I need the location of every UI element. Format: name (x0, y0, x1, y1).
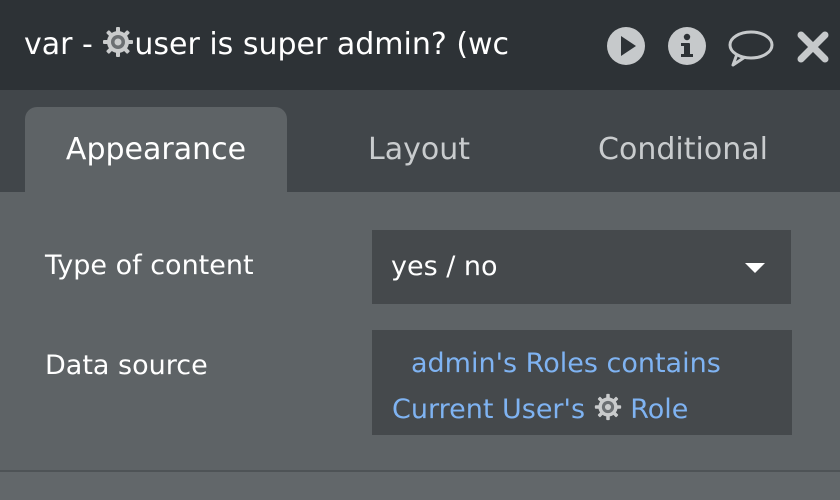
data-source-label: Data source (45, 350, 208, 381)
title-prefix: var - (24, 27, 103, 62)
data-source-expression[interactable]: admin's Roles contains Current User's Ro… (372, 330, 792, 435)
element-title[interactable]: var - user is super admin? (wc (24, 22, 546, 68)
next-section-edge (0, 472, 840, 500)
type-of-content-label: Type of content (45, 250, 254, 281)
tab-conditional[interactable]: Conditional (551, 107, 815, 192)
title-bar: var - user is super admin? (wc (0, 0, 840, 90)
gear-icon (103, 27, 134, 57)
expression-line-1[interactable]: admin's Roles contains (411, 348, 721, 379)
chevron-down-icon (745, 263, 765, 273)
play-icon[interactable] (606, 26, 646, 66)
close-icon[interactable] (796, 30, 830, 64)
appearance-panel: Type of content yes / no Data source adm… (0, 192, 840, 470)
info-icon[interactable] (667, 26, 707, 66)
type-of-content-value: yes / no (391, 251, 498, 282)
tab-layout[interactable]: Layout (287, 107, 551, 192)
tab-appearance[interactable]: Appearance (25, 107, 287, 192)
comment-icon[interactable] (727, 28, 775, 68)
expression-current-user: Current User's (392, 394, 594, 425)
expression-line-2[interactable]: Current User's Role (392, 393, 688, 425)
expression-role: Role (621, 394, 689, 425)
tab-bar: Appearance Layout Conditional (0, 90, 840, 192)
type-of-content-dropdown[interactable]: yes / no (372, 230, 791, 304)
title-name: user is super admin? (wc (134, 27, 510, 62)
gear-icon (594, 393, 621, 421)
